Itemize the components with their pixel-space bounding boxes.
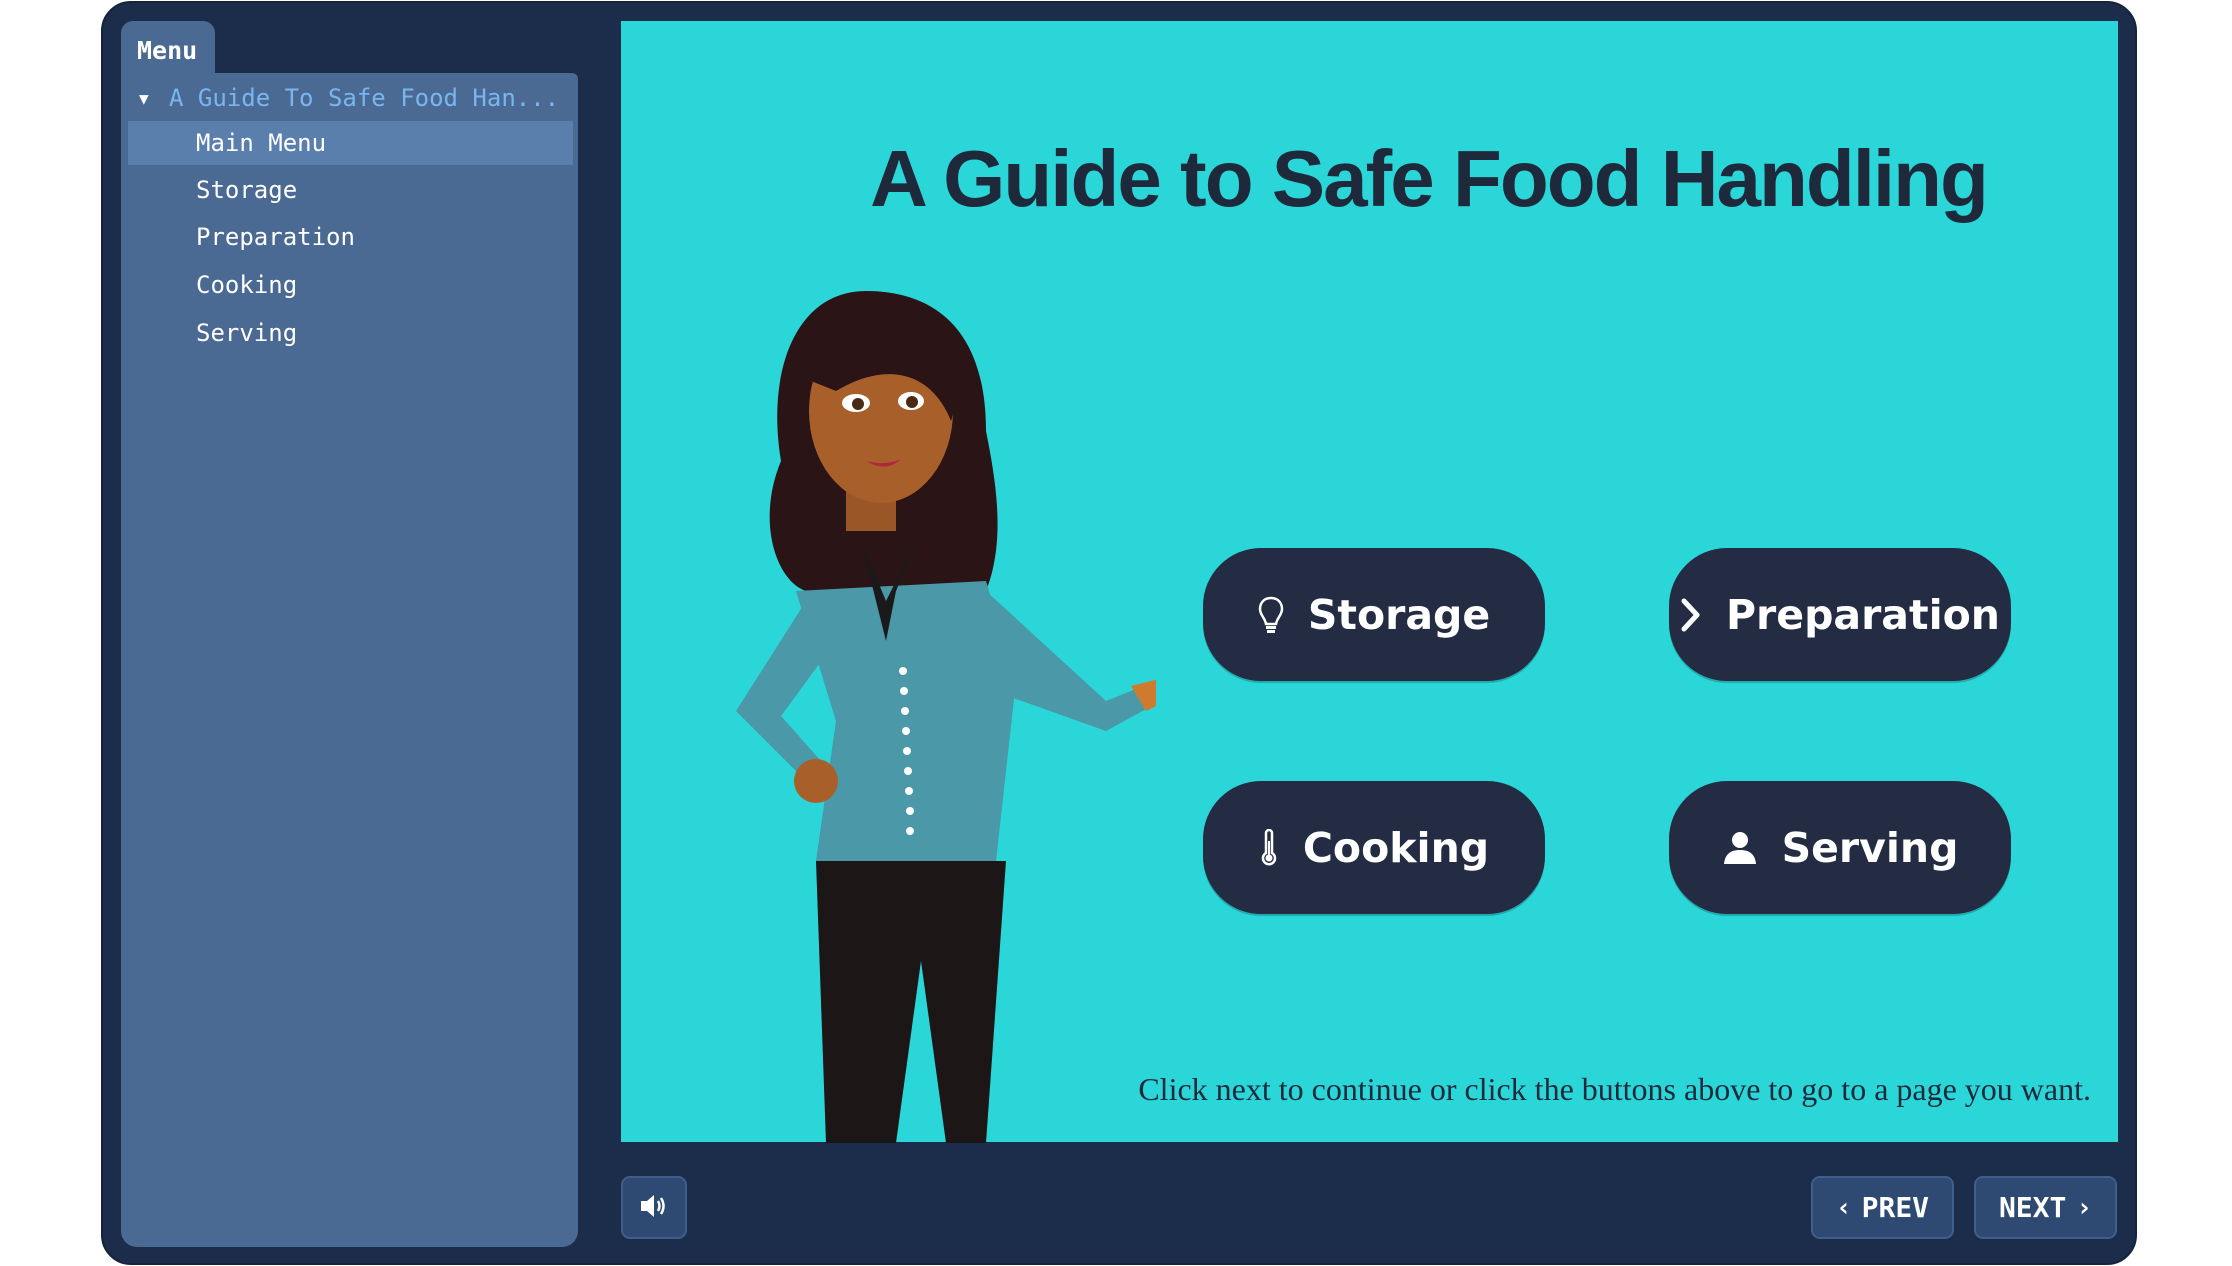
chevron-left-icon: ‹ <box>1835 1192 1852 1223</box>
sidebar-item-main-menu[interactable]: Main Menu <box>128 121 573 165</box>
slide-canvas: A Guide to Safe Food Handling Storage Pr… <box>621 21 2118 1143</box>
person-icon <box>1722 831 1758 865</box>
lightbulb-icon <box>1258 596 1284 634</box>
presenter-character-illustration <box>736 291 1156 1143</box>
preparation-button[interactable]: Preparation <box>1669 548 2011 681</box>
sidebar-item-storage[interactable]: Storage <box>128 168 573 212</box>
chevron-right-icon <box>1680 597 1702 633</box>
next-button-label: NEXT <box>1998 1191 2067 1224</box>
sidebar-item-cooking[interactable]: Cooking <box>128 263 573 307</box>
speaker-icon <box>639 1193 669 1223</box>
sidebar-item-preparation[interactable]: Preparation <box>128 215 573 259</box>
volume-button[interactable] <box>621 1176 687 1239</box>
storage-button[interactable]: Storage <box>1203 548 1545 681</box>
preparation-button-label: Preparation <box>1726 590 2000 639</box>
cooking-button[interactable]: Cooking <box>1203 781 1545 914</box>
prev-button[interactable]: ‹ PREV <box>1811 1176 1954 1239</box>
prev-button-label: PREV <box>1861 1191 1930 1224</box>
thermometer-icon <box>1259 828 1279 867</box>
next-button[interactable]: NEXT › <box>1974 1176 2117 1239</box>
slide-title: A Guide to Safe Food Handling <box>870 134 1989 223</box>
sidebar-item-serving[interactable]: Serving <box>128 311 573 355</box>
menu-tab[interactable]: Menu <box>121 21 215 74</box>
course-title-label: A Guide To Safe Food Han... <box>169 84 560 112</box>
cooking-button-label: Cooking <box>1302 823 1490 872</box>
storage-button-label: Storage <box>1307 590 1491 639</box>
serving-button-label: Serving <box>1781 823 1959 872</box>
chevron-right-icon: › <box>2076 1192 2093 1223</box>
serving-button[interactable]: Serving <box>1669 781 2011 914</box>
collapse-triangle-icon[interactable]: ▼ <box>139 89 169 108</box>
menu-course-title[interactable]: ▼ A Guide To Safe Food Han... <box>139 79 569 117</box>
slide-caption: Click next to continue or click the butt… <box>1138 1071 2091 1107</box>
